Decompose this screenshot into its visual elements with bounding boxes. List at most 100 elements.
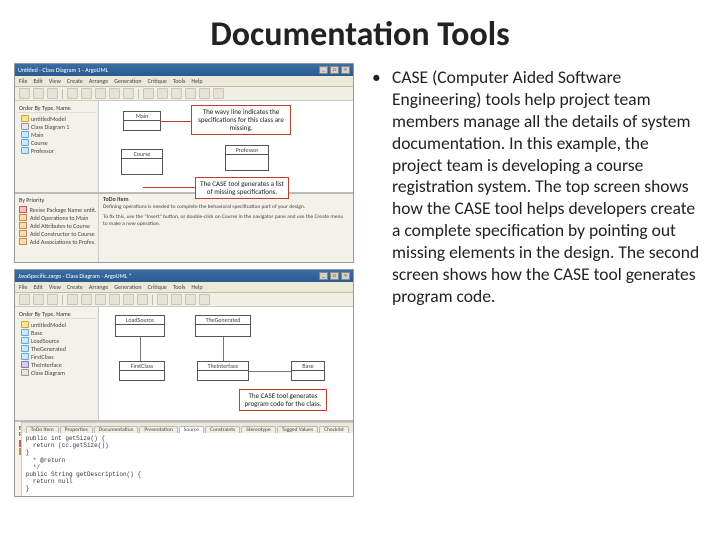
- toolbar-button[interactable]: [109, 88, 120, 99]
- menu-item[interactable]: Create: [67, 284, 83, 290]
- menu-item[interactable]: View: [49, 78, 61, 84]
- toolbar-button[interactable]: [67, 294, 78, 305]
- navigator-pane: Order By Type, Name untitledModelClass D…: [15, 101, 99, 192]
- uml-class-name: Base: [292, 362, 324, 371]
- toolbar-button[interactable]: [143, 88, 154, 99]
- todo-priority[interactable]: Medium: [17, 448, 19, 456]
- tree-item[interactable]: Class Diagram 1: [17, 123, 96, 131]
- menu-item[interactable]: File: [19, 284, 28, 290]
- toolbar-button[interactable]: [95, 88, 106, 99]
- menu-item[interactable]: View: [49, 284, 61, 290]
- maximize-icon[interactable]: □: [330, 66, 339, 74]
- menu-item[interactable]: Critique: [148, 284, 167, 290]
- tree-item[interactable]: Main: [17, 131, 96, 139]
- todo-list[interactable]: By Priority Revise Package Name untit...…: [15, 194, 99, 262]
- minimize-icon[interactable]: _: [319, 272, 328, 280]
- tree-item[interactable]: untitledModel: [17, 321, 96, 329]
- detail-tab[interactable]: Documentation: [94, 426, 139, 434]
- detail-tab[interactable]: Constraints: [205, 426, 240, 434]
- menu-item[interactable]: Edit: [34, 284, 43, 290]
- priority-icon: [19, 448, 21, 455]
- toolbar-button[interactable]: [81, 88, 92, 99]
- uml-class-box[interactable]: TheGenerated: [195, 315, 251, 337]
- toolbar-button[interactable]: [199, 294, 210, 305]
- menu-item[interactable]: Generation: [114, 78, 141, 84]
- minimize-icon[interactable]: _: [319, 66, 328, 74]
- menu-item[interactable]: Help: [191, 78, 202, 84]
- detail-tab[interactable]: ToDo Item: [26, 426, 59, 434]
- maximize-icon[interactable]: □: [330, 272, 339, 280]
- tree-item[interactable]: TheInterface: [17, 361, 96, 369]
- todo-item[interactable]: Add Constructor to Course: [17, 230, 96, 238]
- uml-class-box[interactable]: Course: [121, 149, 163, 175]
- toolbar-button[interactable]: [171, 88, 182, 99]
- toolbar-button[interactable]: [19, 294, 30, 305]
- toolbar-button[interactable]: [137, 294, 148, 305]
- toolbar-button[interactable]: [67, 88, 78, 99]
- toolbar-button[interactable]: [157, 88, 168, 99]
- todo-item[interactable]: Add Attributes to Course: [17, 222, 96, 230]
- tree-item[interactable]: Professor: [17, 147, 96, 155]
- tree-item[interactable]: LoadSource: [17, 337, 96, 345]
- tree-item[interactable]: FirstClass: [17, 353, 96, 361]
- menu-item[interactable]: File: [19, 78, 28, 84]
- uml-class-box[interactable]: TheInterface: [197, 361, 249, 381]
- toolbar-button[interactable]: [33, 294, 44, 305]
- detail-tab[interactable]: Tagged Values: [277, 426, 318, 434]
- menu-item[interactable]: Help: [191, 284, 202, 290]
- diagram-canvas[interactable]: Main Course Professor The wavy line indi…: [99, 101, 353, 192]
- menu-item[interactable]: Tools: [173, 78, 185, 84]
- menu-item[interactable]: Create: [67, 78, 83, 84]
- close-icon[interactable]: ×: [341, 66, 350, 74]
- diagram-canvas[interactable]: LoadSource TheGenerated FirstClass TheIn…: [99, 307, 353, 420]
- uml-class-box[interactable]: LoadSource: [115, 315, 165, 337]
- navigator-tree[interactable]: untitledModelBaseLoadSourceTheGeneratedF…: [17, 321, 96, 377]
- toolbar-button[interactable]: [47, 88, 58, 99]
- navigator-tree[interactable]: untitledModelClass Diagram 1MainCoursePr…: [17, 115, 96, 155]
- uml-class-box[interactable]: FirstClass: [119, 361, 165, 381]
- todo-item[interactable]: Add Operations to Main: [17, 214, 96, 222]
- uml-class-box[interactable]: Base: [291, 361, 325, 381]
- tree-item[interactable]: Class Diagram: [17, 369, 96, 377]
- menu-item[interactable]: Arrange: [89, 284, 108, 290]
- uml-class-box[interactable]: Main: [123, 111, 161, 131]
- tree-item[interactable]: Base: [17, 329, 96, 337]
- tree-item[interactable]: untitledModel: [17, 115, 96, 123]
- menu-item[interactable]: Critique: [148, 78, 167, 84]
- menu-item[interactable]: Generation: [114, 284, 141, 290]
- description-column: • CASE (Computer Aided Software Engineer…: [372, 63, 702, 497]
- generated-source-code[interactable]: public int getSize() { return (cc.getSiz…: [22, 433, 353, 496]
- toolbar-button[interactable]: [199, 88, 210, 99]
- detail-tab[interactable]: Properties: [60, 426, 93, 434]
- toolbar-button[interactable]: [157, 294, 168, 305]
- uml-class-box[interactable]: Professor: [225, 145, 269, 171]
- detail-tab[interactable]: Checklist: [319, 426, 349, 434]
- toolbar-button[interactable]: [213, 88, 224, 99]
- menu-item[interactable]: Arrange: [89, 78, 108, 84]
- close-icon[interactable]: ×: [341, 272, 350, 280]
- toolbar-button[interactable]: [185, 88, 196, 99]
- toolbar-button[interactable]: [171, 294, 182, 305]
- toolbar-button[interactable]: [81, 294, 92, 305]
- todo-header: By Priority: [17, 424, 21, 438]
- tree-icon: [21, 369, 29, 376]
- tree-item[interactable]: Course: [17, 139, 96, 147]
- menu-item[interactable]: Edit: [34, 78, 43, 84]
- todo-item[interactable]: Revise Package Name untit...: [17, 206, 96, 214]
- detail-tab[interactable]: Stereotype: [241, 426, 276, 434]
- todo-list[interactable]: By Priority High Medium: [15, 422, 22, 496]
- toolbar-button[interactable]: [109, 294, 120, 305]
- toolbar-button[interactable]: [123, 88, 134, 99]
- detail-tab[interactable]: Source: [179, 426, 204, 434]
- todo-item[interactable]: Add Associations to Profes...: [17, 238, 96, 246]
- todo-priority[interactable]: High: [17, 440, 19, 448]
- toolbar-button[interactable]: [95, 294, 106, 305]
- toolbar-button[interactable]: [33, 88, 44, 99]
- detail-tab[interactable]: Presentation: [139, 426, 177, 434]
- toolbar-button[interactable]: [47, 294, 58, 305]
- toolbar-button[interactable]: [19, 88, 30, 99]
- tree-item[interactable]: TheGenerated: [17, 345, 96, 353]
- menu-item[interactable]: Tools: [173, 284, 185, 290]
- toolbar-button[interactable]: [185, 294, 196, 305]
- toolbar-button[interactable]: [123, 294, 134, 305]
